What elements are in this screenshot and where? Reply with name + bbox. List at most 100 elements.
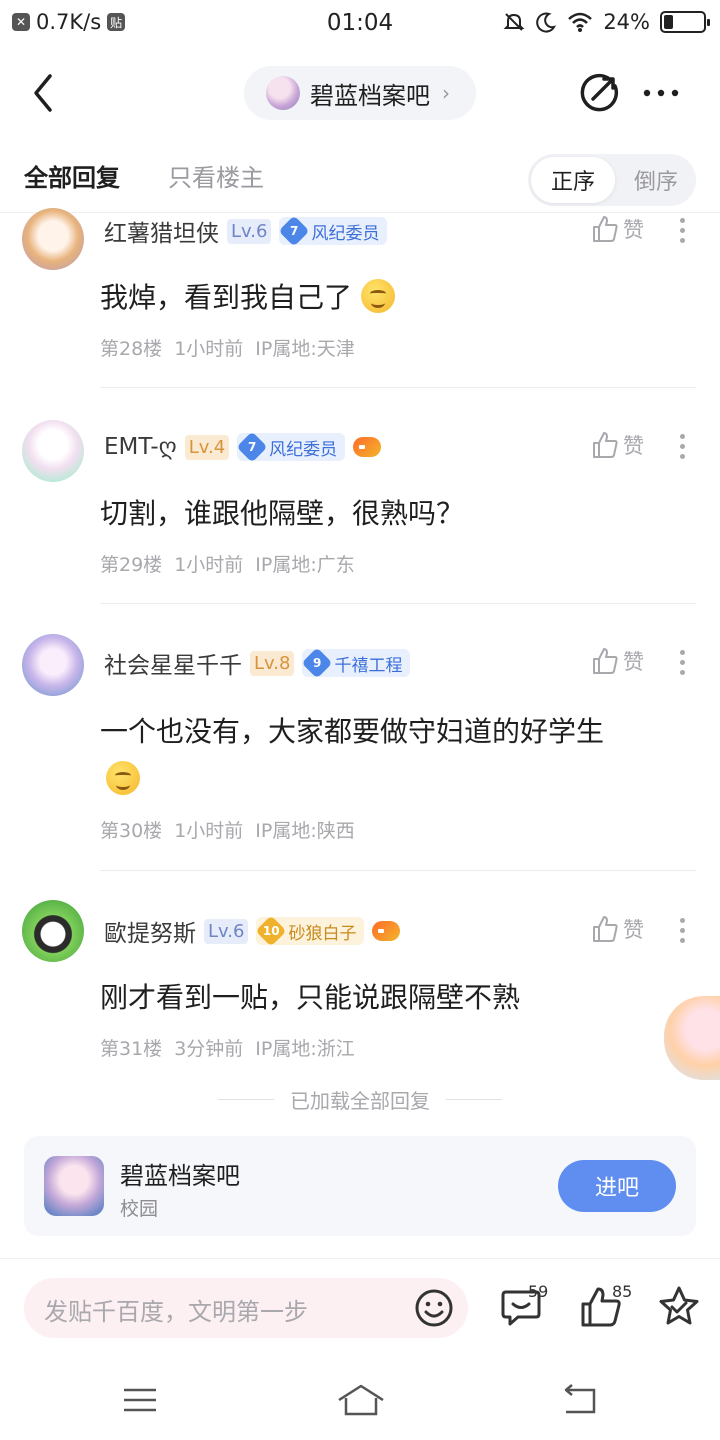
reply-more-icon[interactable] (680, 218, 686, 243)
reply-text: 刚才看到一贴，只能说跟隔壁不熟 (100, 981, 521, 1014)
divider (0, 1258, 720, 1259)
share-edit-icon[interactable] (578, 72, 620, 114)
reply-input[interactable]: 发贴千百度，文明第一步 (24, 1278, 468, 1338)
floor-number: 第29楼 (100, 554, 163, 576)
reply-input-placeholder: 发贴千百度，文明第一步 (44, 1298, 308, 1326)
forum-name: 碧蓝档案吧 (310, 81, 430, 110)
reply-meta: 第30楼 1小时前 IP属地:陕西 (100, 816, 355, 843)
divider (0, 212, 720, 213)
gamepad-icon (353, 437, 382, 457)
reply-text: 切割，谁跟他隔壁，很熟吗？ (100, 497, 465, 530)
floor-number: 第30楼 (100, 820, 163, 842)
like-button[interactable]: 赞 (591, 214, 644, 244)
username[interactable]: 歐提努斯 (104, 914, 196, 948)
level-badge: Lv.4 (184, 434, 230, 460)
tab-all-replies[interactable]: 全部回复 (24, 158, 120, 193)
badge-label: 砂狼白子 (288, 923, 357, 944)
menu-icon[interactable] (120, 1380, 160, 1420)
emoji-picker-icon[interactable] (414, 1288, 454, 1328)
reply-meta: 第28楼 1小时前 IP属地:天津 (100, 334, 355, 361)
thumbs-up-icon (593, 432, 618, 458)
ip-location: IP属地:浙江 (255, 1038, 355, 1060)
divider (446, 1098, 502, 1100)
badge-label: 风纪委员 (269, 439, 338, 460)
status-bar: ✕ 0.7K/s 贴 01:04 24% (0, 0, 720, 50)
reply-tabs: 全部回复 只看楼主 正序 倒序 (0, 150, 720, 210)
enter-forum-button[interactable]: 进吧 (558, 1160, 676, 1212)
gamepad-icon (372, 921, 401, 941)
reply-header: 社会星星千千 Lv.8 9 千禧工程 (104, 646, 411, 680)
top-header: 碧蓝档案吧 › (0, 58, 720, 128)
chevron-right-icon: › (442, 81, 450, 105)
wifi-icon (568, 12, 593, 32)
smile-emoji-icon (360, 279, 395, 313)
title-badge: 10 砂狼白子 (255, 915, 365, 947)
post-time: 1小时前 (174, 554, 244, 576)
status-right: 24% (503, 10, 710, 34)
user-avatar[interactable] (22, 208, 84, 270)
floor-number: 第31楼 (100, 1038, 163, 1060)
thumbs-up-icon (593, 648, 618, 674)
favorite-star-icon[interactable] (656, 1284, 702, 1330)
home-icon[interactable] (336, 1380, 386, 1420)
thumbs-up-icon (593, 916, 618, 942)
username[interactable]: 社会星星千千 (104, 646, 242, 680)
reply-meta: 第29楼 1小时前 IP属地:广东 (100, 550, 355, 577)
mute-bell-icon (503, 13, 525, 31)
like-count: 85 (612, 1282, 633, 1301)
forum-category: 校园 (120, 1198, 159, 1220)
loaded-all-indicator: 已加载全部回复 (0, 1084, 720, 1114)
title-badge: 7 风纪委员 (236, 431, 346, 463)
like-button[interactable]: 赞 (591, 430, 644, 460)
divider (218, 1098, 274, 1100)
title-badge: 7 风纪委员 (278, 215, 388, 247)
back-nav-icon[interactable] (560, 1380, 600, 1420)
like-button[interactable]: 赞 (591, 914, 644, 944)
like-button[interactable]: 赞 (591, 646, 644, 676)
ip-location: IP属地:陕西 (255, 820, 355, 842)
title-badge: 9 千禧工程 (301, 647, 411, 679)
system-nav-bar (0, 1360, 720, 1440)
reply-meta: 第31楼 3分钟前 IP属地:浙江 (100, 1034, 355, 1061)
ip-location: IP属地:广东 (255, 554, 355, 576)
badge-label: 千禧工程 (334, 655, 403, 676)
forum-avatar (266, 76, 300, 110)
tab-op-only[interactable]: 只看楼主 (168, 158, 264, 193)
user-avatar[interactable] (22, 900, 84, 962)
badge-gem-icon: 7 (236, 431, 268, 463)
post-time: 3分钟前 (174, 1038, 244, 1060)
username[interactable]: EMT-ღ (104, 434, 177, 460)
ip-location: IP属地:天津 (255, 338, 355, 360)
user-avatar[interactable] (22, 634, 84, 696)
username[interactable]: 红薯猎坦侠 (104, 214, 219, 248)
post-time: 1小时前 (174, 820, 244, 842)
back-arrow-icon[interactable] (26, 70, 62, 116)
badge-gem-icon: 9 (301, 647, 334, 679)
reply-text: 一个也没有，大家都要做守妇道的好学生 (100, 708, 690, 804)
user-avatar[interactable] (22, 420, 84, 482)
reply-more-icon[interactable] (680, 918, 686, 943)
divider (100, 387, 696, 388)
sort-toggle[interactable]: 正序 倒序 (528, 154, 696, 206)
reply-text: 我焯，看到我自己了 (100, 274, 690, 322)
badge-gem-icon: 10 (255, 915, 288, 947)
reply-header: 歐提努斯 Lv.6 10 砂狼白子 (104, 914, 401, 948)
battery-icon (660, 11, 710, 33)
comment-count: 59 (528, 1282, 549, 1301)
forum-entry-pill[interactable]: 碧蓝档案吧 › (244, 66, 476, 120)
floor-number: 第28楼 (100, 338, 163, 360)
reply-header: EMT-ღ Lv.4 7 风纪委员 (104, 430, 382, 464)
moon-icon (536, 12, 557, 33)
badge-gem-icon: 7 (278, 215, 311, 247)
sort-descending-option[interactable]: 倒序 (618, 157, 694, 203)
reply-more-icon[interactable] (680, 434, 686, 459)
more-options-icon[interactable] (640, 72, 682, 114)
reply-header: 红薯猎坦侠 Lv.6 7 风纪委员 (104, 214, 388, 248)
divider (100, 603, 696, 604)
divider (100, 870, 696, 871)
post-time: 1小时前 (174, 338, 244, 360)
reply-more-icon[interactable] (680, 650, 686, 675)
sort-ascending-option[interactable]: 正序 (531, 157, 615, 203)
forum-card[interactable]: 碧蓝档案吧 校园 进吧 (24, 1136, 696, 1236)
forum-avatar (44, 1156, 104, 1216)
